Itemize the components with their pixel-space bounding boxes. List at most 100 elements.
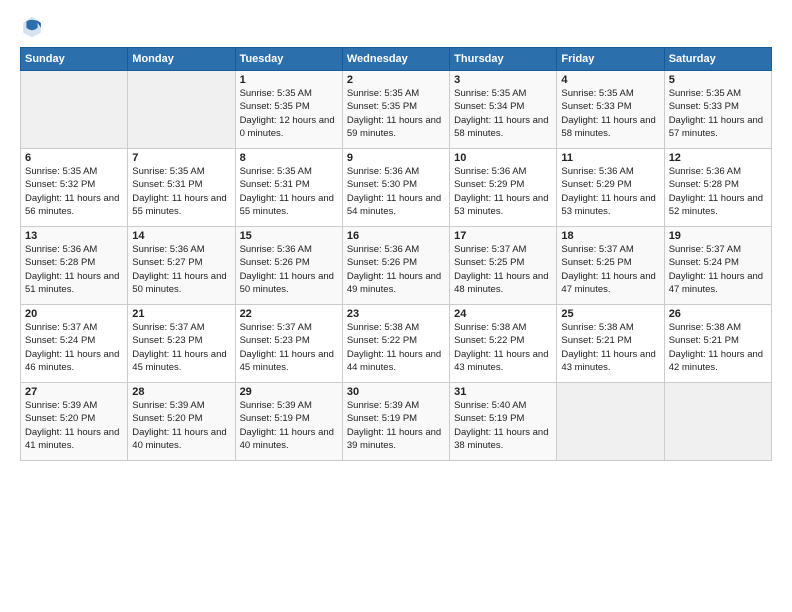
daylight-text: Daylight: 11 hours and 39 minutes. xyxy=(347,426,445,453)
day-number: 23 xyxy=(347,308,445,320)
sunset-text: Sunset: 5:23 PM xyxy=(240,334,338,347)
day-info: Sunrise: 5:36 AM Sunset: 5:27 PM Dayligh… xyxy=(132,243,230,296)
daylight-text: Daylight: 11 hours and 59 minutes. xyxy=(347,114,445,141)
day-number: 14 xyxy=(132,230,230,242)
calendar-cell xyxy=(557,383,664,461)
day-info: Sunrise: 5:35 AM Sunset: 5:33 PM Dayligh… xyxy=(561,87,659,140)
daylight-text: Daylight: 11 hours and 47 minutes. xyxy=(561,270,659,297)
sunset-text: Sunset: 5:33 PM xyxy=(561,100,659,113)
calendar-cell: 4 Sunrise: 5:35 AM Sunset: 5:33 PM Dayli… xyxy=(557,71,664,149)
day-number: 22 xyxy=(240,308,338,320)
day-number: 9 xyxy=(347,152,445,164)
sunset-text: Sunset: 5:21 PM xyxy=(669,334,767,347)
daylight-text: Daylight: 11 hours and 55 minutes. xyxy=(132,192,230,219)
calendar-cell: 24 Sunrise: 5:38 AM Sunset: 5:22 PM Dayl… xyxy=(450,305,557,383)
sunrise-text: Sunrise: 5:37 AM xyxy=(240,321,338,334)
calendar-cell: 27 Sunrise: 5:39 AM Sunset: 5:20 PM Dayl… xyxy=(21,383,128,461)
sunrise-text: Sunrise: 5:36 AM xyxy=(132,243,230,256)
day-info: Sunrise: 5:35 AM Sunset: 5:31 PM Dayligh… xyxy=(132,165,230,218)
sunrise-text: Sunrise: 5:38 AM xyxy=(561,321,659,334)
day-number: 30 xyxy=(347,386,445,398)
day-info: Sunrise: 5:35 AM Sunset: 5:32 PM Dayligh… xyxy=(25,165,123,218)
calendar-cell: 5 Sunrise: 5:35 AM Sunset: 5:33 PM Dayli… xyxy=(664,71,771,149)
day-info: Sunrise: 5:35 AM Sunset: 5:34 PM Dayligh… xyxy=(454,87,552,140)
daylight-text: Daylight: 11 hours and 40 minutes. xyxy=(132,426,230,453)
sunrise-text: Sunrise: 5:36 AM xyxy=(561,165,659,178)
calendar-cell: 9 Sunrise: 5:36 AM Sunset: 5:30 PM Dayli… xyxy=(342,149,449,227)
day-number: 10 xyxy=(454,152,552,164)
sunset-text: Sunset: 5:20 PM xyxy=(132,412,230,425)
sunset-text: Sunset: 5:30 PM xyxy=(347,178,445,191)
sunrise-text: Sunrise: 5:37 AM xyxy=(454,243,552,256)
sunset-text: Sunset: 5:19 PM xyxy=(454,412,552,425)
sunrise-text: Sunrise: 5:39 AM xyxy=(347,399,445,412)
sunrise-text: Sunrise: 5:36 AM xyxy=(669,165,767,178)
sunrise-text: Sunrise: 5:37 AM xyxy=(25,321,123,334)
calendar-cell: 3 Sunrise: 5:35 AM Sunset: 5:34 PM Dayli… xyxy=(450,71,557,149)
day-number: 1 xyxy=(240,74,338,86)
day-number: 20 xyxy=(25,308,123,320)
sunset-text: Sunset: 5:23 PM xyxy=(132,334,230,347)
calendar-cell xyxy=(21,71,128,149)
sunrise-text: Sunrise: 5:39 AM xyxy=(132,399,230,412)
calendar-cell: 20 Sunrise: 5:37 AM Sunset: 5:24 PM Dayl… xyxy=(21,305,128,383)
day-number: 13 xyxy=(25,230,123,242)
day-info: Sunrise: 5:39 AM Sunset: 5:19 PM Dayligh… xyxy=(240,399,338,452)
calendar-cell: 11 Sunrise: 5:36 AM Sunset: 5:29 PM Dayl… xyxy=(557,149,664,227)
calendar-cell xyxy=(664,383,771,461)
day-info: Sunrise: 5:35 AM Sunset: 5:31 PM Dayligh… xyxy=(240,165,338,218)
daylight-text: Daylight: 11 hours and 38 minutes. xyxy=(454,426,552,453)
day-info: Sunrise: 5:35 AM Sunset: 5:33 PM Dayligh… xyxy=(669,87,767,140)
sunset-text: Sunset: 5:35 PM xyxy=(240,100,338,113)
header xyxy=(20,15,772,39)
daylight-text: Daylight: 11 hours and 46 minutes. xyxy=(25,348,123,375)
header-day: Tuesday xyxy=(235,48,342,71)
day-info: Sunrise: 5:38 AM Sunset: 5:21 PM Dayligh… xyxy=(561,321,659,374)
day-info: Sunrise: 5:39 AM Sunset: 5:20 PM Dayligh… xyxy=(25,399,123,452)
daylight-text: Daylight: 11 hours and 54 minutes. xyxy=(347,192,445,219)
sunset-text: Sunset: 5:29 PM xyxy=(561,178,659,191)
day-info: Sunrise: 5:37 AM Sunset: 5:24 PM Dayligh… xyxy=(669,243,767,296)
calendar-cell: 15 Sunrise: 5:36 AM Sunset: 5:26 PM Dayl… xyxy=(235,227,342,305)
daylight-text: Daylight: 11 hours and 45 minutes. xyxy=(132,348,230,375)
daylight-text: Daylight: 11 hours and 58 minutes. xyxy=(561,114,659,141)
daylight-text: Daylight: 11 hours and 56 minutes. xyxy=(25,192,123,219)
day-info: Sunrise: 5:36 AM Sunset: 5:28 PM Dayligh… xyxy=(669,165,767,218)
calendar-cell: 2 Sunrise: 5:35 AM Sunset: 5:35 PM Dayli… xyxy=(342,71,449,149)
sunrise-text: Sunrise: 5:35 AM xyxy=(25,165,123,178)
day-number: 3 xyxy=(454,74,552,86)
sunrise-text: Sunrise: 5:38 AM xyxy=(454,321,552,334)
daylight-text: Daylight: 11 hours and 52 minutes. xyxy=(669,192,767,219)
header-day: Sunday xyxy=(21,48,128,71)
daylight-text: Daylight: 11 hours and 50 minutes. xyxy=(240,270,338,297)
day-number: 24 xyxy=(454,308,552,320)
calendar-week-row: 20 Sunrise: 5:37 AM Sunset: 5:24 PM Dayl… xyxy=(21,305,772,383)
calendar-cell xyxy=(128,71,235,149)
header-row: SundayMondayTuesdayWednesdayThursdayFrid… xyxy=(21,48,772,71)
day-info: Sunrise: 5:40 AM Sunset: 5:19 PM Dayligh… xyxy=(454,399,552,452)
calendar-cell: 26 Sunrise: 5:38 AM Sunset: 5:21 PM Dayl… xyxy=(664,305,771,383)
sunrise-text: Sunrise: 5:39 AM xyxy=(25,399,123,412)
sunset-text: Sunset: 5:27 PM xyxy=(132,256,230,269)
calendar-cell: 23 Sunrise: 5:38 AM Sunset: 5:22 PM Dayl… xyxy=(342,305,449,383)
calendar-cell: 6 Sunrise: 5:35 AM Sunset: 5:32 PM Dayli… xyxy=(21,149,128,227)
calendar-cell: 12 Sunrise: 5:36 AM Sunset: 5:28 PM Dayl… xyxy=(664,149,771,227)
header-day: Friday xyxy=(557,48,664,71)
day-number: 19 xyxy=(669,230,767,242)
sunrise-text: Sunrise: 5:35 AM xyxy=(132,165,230,178)
sunset-text: Sunset: 5:26 PM xyxy=(240,256,338,269)
day-number: 8 xyxy=(240,152,338,164)
sunrise-text: Sunrise: 5:37 AM xyxy=(132,321,230,334)
daylight-text: Daylight: 11 hours and 55 minutes. xyxy=(240,192,338,219)
day-number: 25 xyxy=(561,308,659,320)
sunrise-text: Sunrise: 5:35 AM xyxy=(240,165,338,178)
daylight-text: Daylight: 11 hours and 43 minutes. xyxy=(454,348,552,375)
calendar-cell: 21 Sunrise: 5:37 AM Sunset: 5:23 PM Dayl… xyxy=(128,305,235,383)
header-day: Saturday xyxy=(664,48,771,71)
calendar-week-row: 6 Sunrise: 5:35 AM Sunset: 5:32 PM Dayli… xyxy=(21,149,772,227)
daylight-text: Daylight: 11 hours and 41 minutes. xyxy=(25,426,123,453)
daylight-text: Daylight: 11 hours and 57 minutes. xyxy=(669,114,767,141)
sunrise-text: Sunrise: 5:39 AM xyxy=(240,399,338,412)
calendar-cell: 30 Sunrise: 5:39 AM Sunset: 5:19 PM Dayl… xyxy=(342,383,449,461)
day-number: 7 xyxy=(132,152,230,164)
